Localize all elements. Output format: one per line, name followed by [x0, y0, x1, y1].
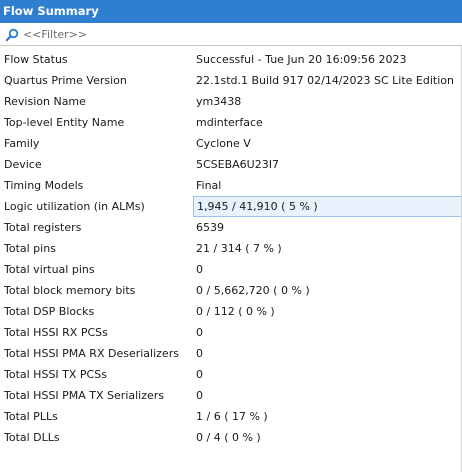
row-value: 22.1std.1 Build 917 02/14/2023 SC Lite E…	[196, 74, 454, 87]
table-row[interactable]: Total registers 6539	[0, 217, 462, 238]
search-icon[interactable]	[3, 26, 21, 44]
row-value-selected[interactable]: 1,945 / 41,910 ( 5 % )	[193, 196, 462, 217]
table-row[interactable]: Total DLLs 0 / 4 ( 0 % )	[0, 427, 462, 448]
row-value: 0	[196, 389, 203, 402]
summary-table: Flow Status Successful - Tue Jun 20 16:0…	[0, 49, 462, 448]
row-label: Top-level Entity Name	[4, 116, 125, 129]
row-label: Quartus Prime Version	[4, 74, 127, 87]
table-row[interactable]: Total block memory bits 0 / 5,662,720 ( …	[0, 280, 462, 301]
row-label: Total HSSI PMA TX Serializers	[4, 389, 165, 402]
row-value: ym3438	[196, 95, 242, 108]
row-value: 1 / 6 ( 17 % )	[196, 410, 268, 423]
row-value: mdinterface	[196, 116, 263, 129]
row-label: Family	[4, 137, 40, 150]
row-label: Total virtual pins	[4, 263, 95, 276]
row-value: 5CSEBA6U23I7	[196, 158, 279, 171]
row-label: Total HSSI TX PCSs	[4, 368, 107, 381]
row-label: Timing Models	[4, 179, 84, 192]
row-value: 21 / 314 ( 7 % )	[196, 242, 282, 255]
panel-title: Flow Summary	[0, 0, 462, 23]
table-row[interactable]: Top-level Entity Name mdinterface	[0, 112, 462, 133]
row-value: 0 / 4 ( 0 % )	[196, 431, 261, 444]
row-value: 6539	[196, 221, 224, 234]
row-label: Revision Name	[4, 95, 86, 108]
row-value: 0	[196, 368, 203, 381]
table-row[interactable]: Total HSSI TX PCSs 0	[0, 364, 462, 385]
row-label: Total block memory bits	[4, 284, 136, 297]
filter-bar	[0, 24, 462, 46]
row-label: Total registers	[4, 221, 82, 234]
table-row[interactable]: Total pins 21 / 314 ( 7 % )	[0, 238, 462, 259]
row-value: 0	[196, 347, 203, 360]
table-row[interactable]: Total HSSI PMA RX Deserializers 0	[0, 343, 462, 364]
row-value: 0 / 112 ( 0 % )	[196, 305, 275, 318]
row-label: Total PLLs	[4, 410, 58, 423]
filter-input[interactable]	[21, 25, 462, 44]
table-row[interactable]: Total DSP Blocks 0 / 112 ( 0 % )	[0, 301, 462, 322]
row-label: Flow Status	[4, 53, 68, 66]
row-value: 0 / 5,662,720 ( 0 % )	[196, 284, 310, 297]
row-value: 0	[196, 326, 203, 339]
table-row[interactable]: Total HSSI RX PCSs 0	[0, 322, 462, 343]
row-label: Logic utilization (in ALMs)	[4, 200, 145, 213]
table-row[interactable]: Flow Status Successful - Tue Jun 20 16:0…	[0, 49, 462, 70]
table-row-selected[interactable]: Logic utilization (in ALMs) 1,945 / 41,9…	[0, 196, 462, 217]
table-row[interactable]: Total HSSI PMA TX Serializers 0	[0, 385, 462, 406]
table-row[interactable]: Quartus Prime Version 22.1std.1 Build 91…	[0, 70, 462, 91]
row-value: Final	[196, 179, 222, 192]
table-row[interactable]: Total PLLs 1 / 6 ( 17 % )	[0, 406, 462, 427]
table-row[interactable]: Device 5CSEBA6U23I7	[0, 154, 462, 175]
row-label: Total DSP Blocks	[4, 305, 95, 318]
row-value: Cyclone V	[196, 137, 251, 150]
row-label: Device	[4, 158, 42, 171]
table-row[interactable]: Revision Name ym3438	[0, 91, 462, 112]
row-value: Successful - Tue Jun 20 16:09:56 2023	[196, 53, 407, 66]
table-row[interactable]: Family Cyclone V	[0, 133, 462, 154]
table-row[interactable]: Total virtual pins 0	[0, 259, 462, 280]
row-label: Total HSSI RX PCSs	[4, 326, 108, 339]
row-label: Total pins	[4, 242, 56, 255]
row-label: Total DLLs	[4, 431, 60, 444]
row-value: 0	[196, 263, 203, 276]
table-row[interactable]: Timing Models Final	[0, 175, 462, 196]
row-label: Total HSSI PMA RX Deserializers	[4, 347, 179, 360]
